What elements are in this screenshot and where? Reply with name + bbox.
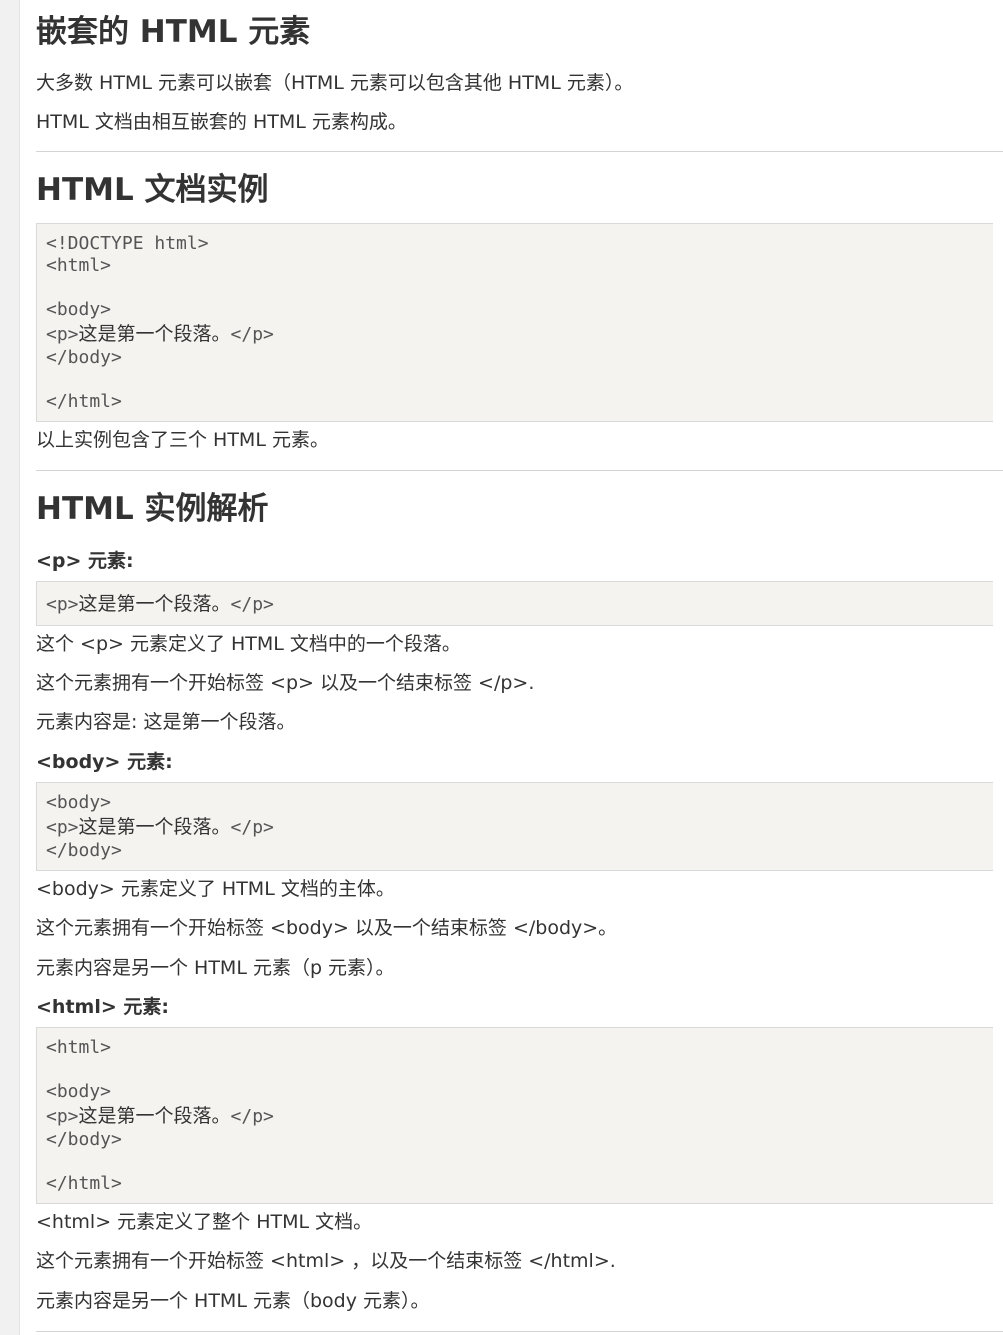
divider	[36, 1331, 1003, 1332]
code-line: <p>这是第一个段落。</p>	[46, 591, 993, 617]
section-title-nested: 嵌套的 HTML 元素	[36, 14, 311, 50]
code-text: 这是第一个段落。	[78, 1105, 231, 1127]
code-tag: <p>	[46, 324, 79, 345]
paragraph: <body> 元素定义了 HTML 文档的主体。	[36, 878, 395, 900]
paragraph: 这个元素拥有一个开始标签 <p> 以及一个结束标签 </p>.	[36, 672, 535, 694]
code-line: <html>	[46, 255, 112, 276]
code-line: <!DOCTYPE html>	[46, 233, 209, 254]
code-block-document[interactable]: <!DOCTYPE html> <html> <body> <p>这是第一个段落…	[36, 223, 993, 422]
code-text: 这是第一个段落。	[78, 816, 231, 838]
paragraph: 元素内容是另一个 HTML 元素（p 元素）。	[36, 957, 395, 979]
divider	[36, 470, 1003, 471]
code-line: <p>这是第一个段落。</p>	[46, 321, 993, 347]
code-text: 这是第一个段落。	[78, 323, 231, 345]
paragraph: 这个元素拥有一个开始标签 <body> 以及一个结束标签 </body>。	[36, 917, 618, 939]
code-line: </html>	[46, 391, 122, 412]
code-text: 这是第一个段落。	[78, 593, 231, 615]
code-line: </body>	[46, 840, 122, 861]
paragraph: 这个元素拥有一个开始标签 <html> ，以及一个结束标签 </html>.	[36, 1250, 616, 1272]
divider	[36, 151, 1003, 152]
code-line: </html>	[46, 1173, 122, 1194]
section-title-doc-example: HTML 文档实例	[36, 172, 269, 208]
paragraph: 这个 <p> 元素定义了 HTML 文档中的一个段落。	[36, 633, 461, 655]
code-tag: <p>	[46, 1106, 79, 1127]
code-block-body[interactable]: <body> <p>这是第一个段落。</p> </body>	[36, 782, 993, 871]
left-sidebar-strip	[0, 0, 20, 1335]
code-line: <p>这是第一个段落。</p>	[46, 1103, 993, 1129]
code-line: <body>	[46, 1081, 112, 1102]
paragraph: HTML 文档由相互嵌套的 HTML 元素构成。	[36, 111, 407, 133]
code-line: </body>	[46, 1129, 122, 1150]
paragraph: 大多数 HTML 元素可以嵌套（HTML 元素可以包含其他 HTML 元素）。	[36, 72, 634, 94]
code-tag: <p>	[46, 817, 79, 838]
code-tag: </p>	[230, 594, 274, 615]
code-line: <body>	[46, 792, 112, 813]
code-tag: </p>	[230, 1106, 274, 1127]
code-line: <body>	[46, 299, 112, 320]
section-title-analysis: HTML 实例解析	[36, 491, 269, 527]
code-line: <html>	[46, 1037, 112, 1058]
paragraph: 元素内容是另一个 HTML 元素（body 元素）。	[36, 1290, 430, 1312]
code-tag: </p>	[230, 817, 274, 838]
code-block-p[interactable]: <p>这是第一个段落。</p>	[36, 581, 993, 626]
paragraph: <html> 元素定义了整个 HTML 文档。	[36, 1211, 373, 1233]
subheading-p-element: <p> 元素:	[36, 550, 134, 572]
code-block-html[interactable]: <html> <body> <p>这是第一个段落。</p> </body> </…	[36, 1027, 993, 1204]
code-tag: <p>	[46, 594, 79, 615]
paragraph: 以上实例包含了三个 HTML 元素。	[36, 429, 329, 451]
code-line: </body>	[46, 347, 122, 368]
paragraph: 元素内容是: 这是第一个段落。	[36, 711, 296, 733]
code-line: <p>这是第一个段落。</p>	[46, 814, 993, 840]
code-tag: </p>	[230, 324, 274, 345]
subheading-html-element: <html> 元素:	[36, 996, 169, 1018]
subheading-body-element: <body> 元素:	[36, 751, 173, 773]
